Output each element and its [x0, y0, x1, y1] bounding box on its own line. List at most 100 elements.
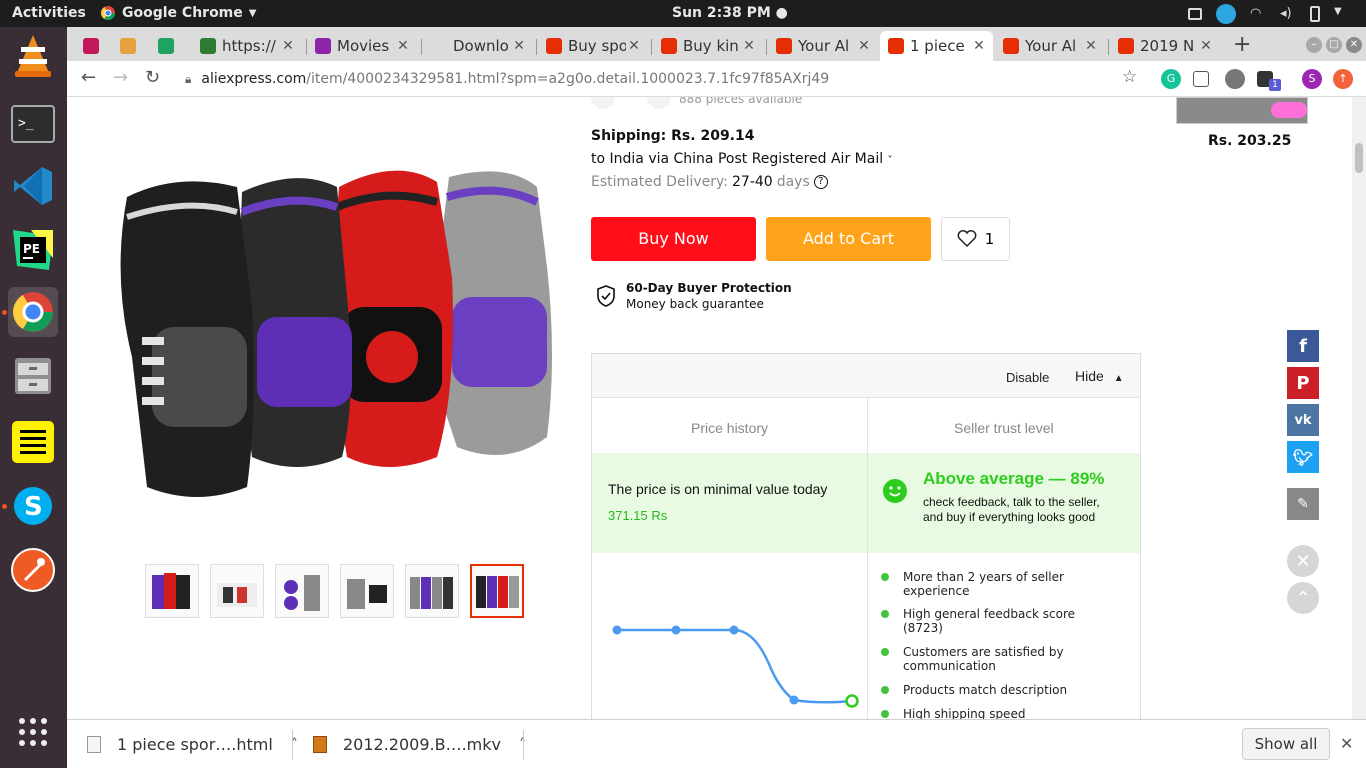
- postman-launcher[interactable]: [8, 545, 58, 595]
- tab-1-piece-active[interactable]: 1 piece ✕: [880, 31, 993, 61]
- tab-https[interactable]: https://✕: [192, 31, 302, 61]
- back-arrow-icon[interactable]: ←: [81, 67, 96, 88]
- delivery-unit: days: [776, 174, 810, 190]
- close-icon[interactable]: ✕: [395, 38, 411, 54]
- address-bar[interactable]: 🔒︎ aliexpress.com/item/4000234329581.htm…: [185, 65, 1145, 93]
- tab-buy-kin[interactable]: Buy kin ✕: [653, 31, 763, 61]
- bookmark-star-icon[interactable]: ☆: [1122, 67, 1137, 87]
- thumbnail-5[interactable]: [405, 564, 459, 618]
- vlc-launcher[interactable]: [8, 31, 58, 81]
- hide-link[interactable]: Hide ▲: [1075, 368, 1124, 384]
- activities-button[interactable]: Activities: [12, 5, 86, 21]
- reload-icon[interactable]: ↻: [145, 67, 160, 88]
- help-icon[interactable]: ?: [813, 175, 828, 189]
- thumbnail-1[interactable]: [145, 564, 199, 618]
- close-icon[interactable]: ✕: [511, 38, 527, 54]
- tab-2019[interactable]: 2019 N ✕: [1110, 31, 1220, 61]
- disable-link[interactable]: Disable: [1006, 370, 1049, 385]
- tab-pinned-1[interactable]: [75, 31, 111, 61]
- close-icon[interactable]: ✕: [1083, 38, 1099, 54]
- close-shelf-icon[interactable]: ✕: [1340, 734, 1353, 753]
- app-menu[interactable]: Google Chrome ▼: [100, 5, 256, 21]
- trust-item: More than 2 years of seller experience: [881, 570, 1093, 598]
- download-item-html[interactable]: 1 piece spor….html ˄: [87, 735, 298, 754]
- close-icon[interactable]: ✕: [280, 38, 296, 54]
- tab-pinned-3[interactable]: [150, 31, 186, 61]
- chrome-launcher[interactable]: [8, 287, 58, 337]
- recommended-product-price[interactable]: Rs. 203.25: [1208, 133, 1291, 149]
- close-window-icon[interactable]: ✕: [1346, 37, 1362, 53]
- qty-increase-button[interactable]: [647, 97, 671, 109]
- show-all-downloads-button[interactable]: Show all: [1242, 728, 1330, 760]
- url-domain: aliexpress.com: [201, 71, 307, 87]
- tab-favicon: [888, 38, 904, 54]
- wishlist-button[interactable]: 1: [941, 217, 1010, 261]
- close-icon[interactable]: ✕: [626, 38, 642, 54]
- close-icon[interactable]: ✕: [856, 38, 872, 54]
- new-tab-button[interactable]: +: [1233, 32, 1251, 57]
- skype-tray-icon[interactable]: [1216, 4, 1236, 24]
- scrollbar-thumb[interactable]: [1355, 143, 1363, 173]
- product-main-image[interactable]: [107, 157, 567, 517]
- vscode-launcher[interactable]: [8, 161, 58, 211]
- tab-movies[interactable]: Movies ✕: [307, 31, 417, 61]
- volume-icon[interactable]: ◂): [1280, 6, 1296, 22]
- shipping-method[interactable]: to India via China Post Registered Air M…: [591, 151, 893, 167]
- chevron-down-icon[interactable]: ▼: [1334, 6, 1350, 22]
- tab-favicon: [1118, 38, 1134, 54]
- qty-decrease-button[interactable]: [591, 97, 615, 109]
- terminal-launcher[interactable]: >_: [8, 99, 58, 149]
- thumbnail-4[interactable]: [340, 564, 394, 618]
- buy-now-button[interactable]: Buy Now: [591, 217, 756, 261]
- download-item-mkv[interactable]: 2012.2009.B….mkv ˄: [313, 735, 526, 754]
- tab-downloads[interactable]: Downlo ✕: [423, 31, 533, 61]
- notes-launcher[interactable]: [8, 417, 58, 467]
- files-launcher[interactable]: [8, 351, 58, 401]
- facebook-share-icon[interactable]: f: [1287, 330, 1319, 362]
- keyboard-icon[interactable]: [1188, 8, 1202, 20]
- recommended-product-image[interactable]: [1176, 97, 1308, 124]
- tab-your-ali-1[interactable]: Your Al ✕: [768, 31, 878, 61]
- close-share-icon[interactable]: ✕: [1287, 545, 1319, 577]
- profile-avatar[interactable]: S: [1302, 69, 1322, 89]
- twitter-share-icon[interactable]: 🐦︎: [1287, 441, 1319, 473]
- add-to-cart-button[interactable]: Add to Cart: [766, 217, 931, 261]
- page-viewport: 888 pieces available Shipping: Rs. 209.1…: [67, 97, 1352, 719]
- cube-extension-icon[interactable]: [1193, 71, 1209, 87]
- pycharm-launcher[interactable]: PE: [8, 225, 58, 275]
- tab-your-ali-2[interactable]: Your Al ✕: [995, 31, 1105, 61]
- page-scrollbar[interactable]: [1352, 97, 1366, 719]
- close-icon[interactable]: ✕: [741, 38, 757, 54]
- delivery-label: Estimated Delivery:: [591, 174, 728, 190]
- tab-title: Your Al: [1025, 37, 1077, 55]
- skype-launcher[interactable]: S: [8, 481, 58, 531]
- tab-title: Buy kin: [683, 37, 739, 55]
- forward-arrow-icon[interactable]: →: [113, 67, 128, 88]
- maximize-icon[interactable]: □: [1326, 37, 1342, 53]
- system-tray[interactable]: ◠ ◂) ▼: [1188, 4, 1350, 24]
- buyer-protection-title: 60-Day Buyer Protection: [626, 281, 792, 295]
- tab-pinned-2[interactable]: [112, 31, 149, 61]
- thumbnail-6-selected[interactable]: [470, 564, 524, 618]
- vk-share-icon[interactable]: vk: [1287, 404, 1319, 436]
- thumbnail-image: [476, 576, 519, 608]
- thumbnail-2[interactable]: [210, 564, 264, 618]
- update-icon[interactable]: ↑: [1333, 69, 1353, 89]
- tab-title: 2019 N: [1140, 37, 1195, 55]
- minimize-icon[interactable]: –: [1306, 37, 1322, 53]
- scroll-top-icon[interactable]: ⌃: [1287, 582, 1319, 614]
- pinterest-share-icon[interactable]: P: [1287, 367, 1319, 399]
- grammarly-icon[interactable]: G: [1161, 69, 1181, 89]
- close-icon[interactable]: ✕: [1198, 38, 1214, 54]
- lock-icon[interactable]: 🔒︎: [185, 72, 191, 87]
- battery-icon[interactable]: [1310, 6, 1320, 22]
- clock[interactable]: Sun 2:38 PM ●: [672, 5, 788, 21]
- tab-buy-sport[interactable]: Buy spo ✕: [538, 31, 648, 61]
- show-applications-button[interactable]: [8, 707, 58, 757]
- close-icon[interactable]: ✕: [971, 38, 987, 54]
- tab-favicon: [158, 38, 174, 54]
- extension-icon[interactable]: [1225, 69, 1245, 89]
- pencil-icon[interactable]: ✎: [1287, 488, 1319, 520]
- wifi-icon[interactable]: ◠: [1250, 6, 1266, 22]
- thumbnail-3[interactable]: [275, 564, 329, 618]
